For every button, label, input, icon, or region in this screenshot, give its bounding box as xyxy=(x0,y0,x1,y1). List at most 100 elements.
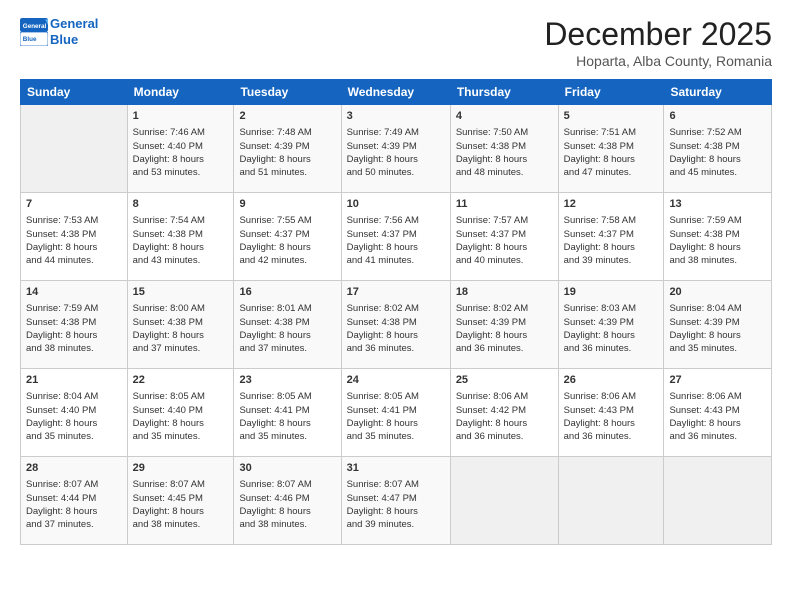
day-info: Sunset: 4:40 PM xyxy=(133,404,229,417)
calendar-cell: 20Sunrise: 8:04 AMSunset: 4:39 PMDayligh… xyxy=(664,281,772,369)
day-header-thursday: Thursday xyxy=(450,80,558,105)
calendar-cell: 1Sunrise: 7:46 AMSunset: 4:40 PMDaylight… xyxy=(127,105,234,193)
day-info: Daylight: 8 hours xyxy=(347,329,445,342)
day-info: and 44 minutes. xyxy=(26,254,122,267)
day-info: Sunrise: 7:55 AM xyxy=(239,214,335,227)
day-number: 13 xyxy=(669,197,766,212)
calendar-cell: 27Sunrise: 8:06 AMSunset: 4:43 PMDayligh… xyxy=(664,369,772,457)
day-info: and 36 minutes. xyxy=(564,342,659,355)
day-info: Daylight: 8 hours xyxy=(239,505,335,518)
day-info: Sunset: 4:38 PM xyxy=(133,316,229,329)
day-header-saturday: Saturday xyxy=(664,80,772,105)
day-info: Sunrise: 7:54 AM xyxy=(133,214,229,227)
day-info: Sunset: 4:38 PM xyxy=(26,228,122,241)
day-info: Daylight: 8 hours xyxy=(26,417,122,430)
day-info: Sunrise: 7:52 AM xyxy=(669,126,766,139)
day-info: Sunset: 4:43 PM xyxy=(564,404,659,417)
day-info: Sunrise: 8:04 AM xyxy=(669,302,766,315)
day-number: 19 xyxy=(564,285,659,300)
page-header: General Blue General Blue December 2025 … xyxy=(20,16,772,69)
day-info: and 35 minutes. xyxy=(26,430,122,443)
day-number: 7 xyxy=(26,197,122,212)
day-info: Sunrise: 7:51 AM xyxy=(564,126,659,139)
day-number: 30 xyxy=(239,461,335,476)
day-info: Sunset: 4:37 PM xyxy=(564,228,659,241)
week-row-1: 1Sunrise: 7:46 AMSunset: 4:40 PMDaylight… xyxy=(21,105,772,193)
week-row-4: 21Sunrise: 8:04 AMSunset: 4:40 PMDayligh… xyxy=(21,369,772,457)
svg-text:Blue: Blue xyxy=(23,36,37,43)
calendar-cell: 28Sunrise: 8:07 AMSunset: 4:44 PMDayligh… xyxy=(21,457,128,545)
calendar-page: General Blue General Blue December 2025 … xyxy=(0,0,792,612)
calendar-cell: 2Sunrise: 7:48 AMSunset: 4:39 PMDaylight… xyxy=(234,105,341,193)
calendar-cell xyxy=(664,457,772,545)
calendar-cell: 22Sunrise: 8:05 AMSunset: 4:40 PMDayligh… xyxy=(127,369,234,457)
day-info: Sunset: 4:37 PM xyxy=(347,228,445,241)
day-number: 10 xyxy=(347,197,445,212)
day-info: Sunrise: 8:02 AM xyxy=(456,302,553,315)
day-info: Sunset: 4:38 PM xyxy=(564,140,659,153)
day-info: Sunrise: 8:06 AM xyxy=(669,390,766,403)
day-info: Sunrise: 8:07 AM xyxy=(133,478,229,491)
calendar-cell: 26Sunrise: 8:06 AMSunset: 4:43 PMDayligh… xyxy=(558,369,664,457)
day-number: 26 xyxy=(564,373,659,388)
day-info: Sunset: 4:37 PM xyxy=(239,228,335,241)
day-number: 25 xyxy=(456,373,553,388)
day-number: 15 xyxy=(133,285,229,300)
day-info: Daylight: 8 hours xyxy=(26,505,122,518)
day-info: Sunset: 4:43 PM xyxy=(669,404,766,417)
day-info: Sunset: 4:44 PM xyxy=(26,492,122,505)
month-title: December 2025 xyxy=(544,16,772,53)
day-number: 24 xyxy=(347,373,445,388)
day-info: Daylight: 8 hours xyxy=(564,241,659,254)
day-info: Daylight: 8 hours xyxy=(133,505,229,518)
day-info: Sunset: 4:42 PM xyxy=(456,404,553,417)
calendar-cell: 13Sunrise: 7:59 AMSunset: 4:38 PMDayligh… xyxy=(664,193,772,281)
week-row-5: 28Sunrise: 8:07 AMSunset: 4:44 PMDayligh… xyxy=(21,457,772,545)
calendar-cell: 8Sunrise: 7:54 AMSunset: 4:38 PMDaylight… xyxy=(127,193,234,281)
day-info: and 51 minutes. xyxy=(239,166,335,179)
day-info: Daylight: 8 hours xyxy=(26,329,122,342)
day-info: Daylight: 8 hours xyxy=(133,153,229,166)
calendar-cell: 12Sunrise: 7:58 AMSunset: 4:37 PMDayligh… xyxy=(558,193,664,281)
day-info: Sunrise: 8:06 AM xyxy=(564,390,659,403)
calendar-cell: 14Sunrise: 7:59 AMSunset: 4:38 PMDayligh… xyxy=(21,281,128,369)
day-number: 3 xyxy=(347,109,445,124)
calendar-cell: 11Sunrise: 7:57 AMSunset: 4:37 PMDayligh… xyxy=(450,193,558,281)
day-info: and 50 minutes. xyxy=(347,166,445,179)
calendar-cell: 5Sunrise: 7:51 AMSunset: 4:38 PMDaylight… xyxy=(558,105,664,193)
calendar-cell: 10Sunrise: 7:56 AMSunset: 4:37 PMDayligh… xyxy=(341,193,450,281)
day-info: Daylight: 8 hours xyxy=(239,241,335,254)
day-info: Daylight: 8 hours xyxy=(564,153,659,166)
day-info: Sunrise: 7:46 AM xyxy=(133,126,229,139)
day-info: Daylight: 8 hours xyxy=(26,241,122,254)
calendar-cell: 24Sunrise: 8:05 AMSunset: 4:41 PMDayligh… xyxy=(341,369,450,457)
day-info: Daylight: 8 hours xyxy=(456,329,553,342)
day-info: and 38 minutes. xyxy=(669,254,766,267)
day-info: Daylight: 8 hours xyxy=(239,153,335,166)
day-info: and 36 minutes. xyxy=(347,342,445,355)
day-info: and 41 minutes. xyxy=(347,254,445,267)
day-info: and 35 minutes. xyxy=(239,430,335,443)
day-number: 17 xyxy=(347,285,445,300)
calendar-table: SundayMondayTuesdayWednesdayThursdayFrid… xyxy=(20,79,772,545)
day-number: 18 xyxy=(456,285,553,300)
day-info: Daylight: 8 hours xyxy=(669,417,766,430)
calendar-cell: 4Sunrise: 7:50 AMSunset: 4:38 PMDaylight… xyxy=(450,105,558,193)
logo-line1: General xyxy=(50,16,98,32)
calendar-cell xyxy=(558,457,664,545)
day-info: Sunset: 4:38 PM xyxy=(133,228,229,241)
day-number: 31 xyxy=(347,461,445,476)
day-info: Daylight: 8 hours xyxy=(347,505,445,518)
day-number: 28 xyxy=(26,461,122,476)
calendar-cell: 19Sunrise: 8:03 AMSunset: 4:39 PMDayligh… xyxy=(558,281,664,369)
title-block: December 2025 Hoparta, Alba County, Roma… xyxy=(544,16,772,69)
day-info: and 47 minutes. xyxy=(564,166,659,179)
day-info: and 35 minutes. xyxy=(133,430,229,443)
day-info: Sunset: 4:45 PM xyxy=(133,492,229,505)
calendar-cell: 30Sunrise: 8:07 AMSunset: 4:46 PMDayligh… xyxy=(234,457,341,545)
day-info: and 39 minutes. xyxy=(347,518,445,531)
day-info: Daylight: 8 hours xyxy=(133,417,229,430)
day-info: Sunrise: 7:50 AM xyxy=(456,126,553,139)
day-info: Sunset: 4:40 PM xyxy=(133,140,229,153)
calendar-cell: 29Sunrise: 8:07 AMSunset: 4:45 PMDayligh… xyxy=(127,457,234,545)
